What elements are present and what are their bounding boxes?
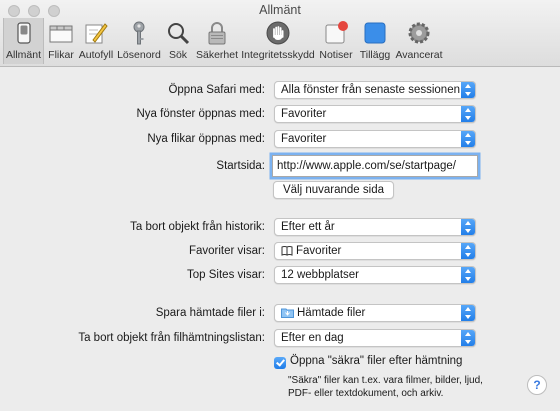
row-new-tabs-open-with: Nya flikar öppnas med: Favoriter: [0, 130, 560, 148]
favorites-shows-label: Favoriter visar:: [188, 245, 265, 257]
popup-value: Favoriter: [281, 133, 327, 145]
popup-value: Efter ett år: [281, 221, 335, 233]
magnifier-icon: [168, 23, 190, 45]
open-safe-files-checkbox[interactable]: [274, 357, 286, 369]
new-tabs-label: Nya flikar öppnas med:: [147, 133, 265, 145]
notifications-icon: [325, 21, 348, 44]
homepage-field[interactable]: http://www.apple.com/se/startpage/: [272, 155, 478, 177]
key-icon: [133, 21, 145, 45]
set-current-page-button[interactable]: Välj nuvarande sida: [273, 181, 394, 199]
toolbar-item-tabs[interactable]: Flikar: [45, 18, 77, 64]
toolbar-item-label: Tillägg: [359, 49, 391, 61]
hand-icon: [266, 21, 290, 45]
toolbar-item-label: Säkerhet: [195, 49, 239, 61]
save-downloads-label: Spara hämtade filer i:: [155, 307, 265, 319]
switch-icon: [16, 22, 31, 44]
popup-arrows-icon: [461, 305, 475, 321]
toolbar-item-label: Avancerat: [395, 49, 443, 61]
remove-downloads-label: Ta bort objekt från filhämtningslistan:: [78, 332, 265, 344]
toolbar-item-notifications[interactable]: Notiser: [317, 18, 355, 64]
pencil-icon: [85, 23, 108, 44]
row-remove-download-list-items: Ta bort objekt från filhämtningslistan: …: [0, 329, 560, 347]
toolbar-item-label: Autofyll: [78, 49, 114, 61]
window-title: Allmänt: [259, 3, 301, 17]
toolbar-item-label: Allmänt: [5, 49, 41, 61]
toolbar-item-label: Integritetsskydd: [241, 49, 315, 61]
preferences-window: Allmänt Allmänt Flikar Autofyll Lösenord…: [0, 0, 560, 411]
lock-icon: [208, 22, 226, 45]
row-save-downloaded-files: Spara hämtade filer i: Hämtade filer: [0, 304, 560, 322]
toolbar-item-security[interactable]: Säkerhet: [195, 18, 239, 64]
tabs-icon: [49, 25, 73, 43]
toolbar-item-extensions[interactable]: Tillägg: [357, 18, 393, 64]
favorites-shows-popup[interactable]: Favoriter: [274, 242, 476, 260]
popup-arrows-icon: [461, 243, 475, 259]
row-top-sites-shows: Top Sites visar: 12 webbplatser: [0, 266, 560, 284]
safe-files-note-line2: PDF- eller textdokument, och arkiv.: [288, 388, 444, 399]
popup-arrows-icon: [461, 131, 475, 147]
remove-history-label: Ta bort objekt från historik:: [130, 221, 265, 233]
safe-files-note: "Säkra" filer kan t.ex. vara filmer, bil…: [288, 374, 483, 400]
toolbar-item-search[interactable]: Sök: [163, 18, 193, 64]
toolbar-item-passwords[interactable]: Lösenord: [116, 18, 162, 64]
open-safe-files-label: Öppna "säkra" filer efter hämtning: [290, 355, 463, 367]
new-windows-label: Nya fönster öppnas med:: [136, 108, 266, 120]
top-sites-label: Top Sites visar:: [187, 269, 265, 281]
open-safari-with-popup[interactable]: Alla fönster från senaste sessionen: [274, 81, 476, 99]
gear-icon: [408, 22, 430, 44]
toolbar-item-label: Lösenord: [117, 49, 161, 61]
toolbar-item-advanced[interactable]: Avancerat: [394, 18, 444, 64]
toolbar-item-autofill[interactable]: Autofyll: [78, 18, 114, 64]
remove-downloads-popup[interactable]: Efter en dag: [274, 329, 476, 347]
open-safari-with-label: Öppna Safari med:: [168, 84, 265, 96]
toolbar-item-privacy[interactable]: Integritetsskydd: [241, 18, 315, 64]
compass-icon: [364, 22, 386, 44]
safe-files-note-line1: "Säkra" filer kan t.ex. vara filmer, bil…: [288, 375, 483, 386]
top-sites-popup[interactable]: 12 webbplatser: [274, 266, 476, 284]
popup-value: Efter en dag: [281, 332, 344, 344]
toolbar-item-label: Flikar: [48, 49, 74, 61]
popup-value: Favoriter: [296, 245, 342, 257]
new-tabs-popup[interactable]: Favoriter: [274, 130, 476, 148]
row-remove-history-items: Ta bort objekt från historik: Efter ett …: [0, 218, 560, 236]
titlebar: Allmänt Allmänt Flikar Autofyll Lösenord…: [0, 0, 560, 67]
popup-value: 12 webbplatser: [281, 269, 359, 281]
popup-value: Hämtade filer: [297, 307, 366, 319]
popup-arrows-icon: [461, 106, 475, 122]
popup-arrows-icon: [461, 330, 475, 346]
remove-history-popup[interactable]: Efter ett år: [274, 218, 476, 236]
popup-value: Favoriter: [281, 108, 327, 120]
help-button[interactable]: ?: [527, 375, 547, 395]
row-favorites-shows: Favoriter visar: Favoriter: [0, 242, 560, 260]
popup-arrows-icon: [461, 267, 475, 283]
toolbar-item-label: Sök: [168, 49, 188, 61]
popup-arrows-icon: [461, 219, 475, 235]
new-windows-popup[interactable]: Favoriter: [274, 105, 476, 123]
row-open-safari-with: Öppna Safari med: Alla fönster från sena…: [0, 81, 560, 99]
row-new-windows-open-with: Nya fönster öppnas med: Favoriter: [0, 105, 560, 123]
save-downloads-popup[interactable]: Hämtade filer: [274, 304, 476, 322]
popup-arrows-icon: [461, 82, 475, 98]
book-icon: [281, 245, 293, 259]
toolbar-item-general[interactable]: Allmänt: [3, 18, 44, 64]
folder-icon: [281, 307, 294, 321]
homepage-label: Startsida:: [216, 160, 265, 172]
toolbar-item-label: Notiser: [319, 49, 353, 61]
popup-value: Alla fönster från senaste sessionen: [281, 84, 460, 96]
